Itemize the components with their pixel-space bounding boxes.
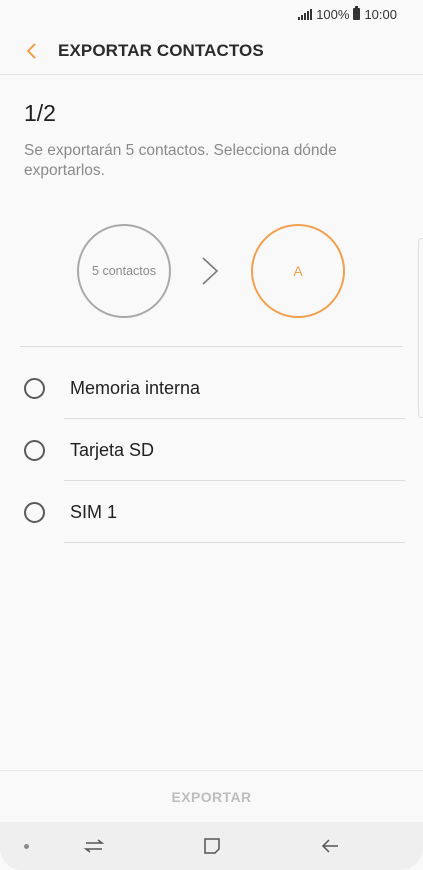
option-sim-1[interactable]: SIM 1	[0, 481, 423, 543]
target-circle[interactable]: A	[251, 224, 345, 318]
divider	[20, 346, 403, 347]
battery-percent: 100%	[316, 6, 350, 22]
chevron-left-icon	[26, 43, 36, 59]
home-icon[interactable]	[200, 834, 224, 858]
step-indicator: 1/2	[24, 100, 56, 126]
battery-icon	[353, 6, 361, 20]
radio-button[interactable]	[24, 377, 45, 399]
signal-icon	[298, 8, 313, 20]
option-label: Memoria interna	[70, 377, 201, 398]
app-header: EXPORTAR CONTACTOS	[0, 28, 423, 75]
recent-apps-icon[interactable]	[82, 834, 106, 858]
option-label: SIM 1	[70, 501, 118, 522]
radio-button[interactable]	[24, 439, 45, 461]
export-contacts-screen: 100% 10:00 EXPORTAR CONTACTOS 1/2 Se exp…	[0, 0, 423, 870]
option-sd-card[interactable]: Tarjeta SD	[0, 419, 423, 481]
radio-button[interactable]	[24, 501, 45, 523]
target-label: A	[293, 263, 303, 279]
source-label: 5 contactos	[92, 264, 156, 278]
back-nav-icon[interactable]	[318, 834, 342, 858]
source-circle: 5 contactos	[77, 224, 171, 318]
export-button[interactable]: EXPORTAR	[162, 783, 262, 811]
back-button[interactable]	[20, 40, 42, 62]
option-divider	[64, 542, 405, 543]
footer-bar: EXPORTAR	[0, 770, 423, 823]
page-title: EXPORTAR CONTACTOS	[58, 41, 264, 60]
nav-dot-icon[interactable]	[24, 844, 29, 849]
status-bar: 100% 10:00	[0, 0, 423, 28]
option-internal-memory[interactable]: Memoria interna	[0, 357, 423, 419]
step-description: Se exportarán 5 contactos. Selecciona dó…	[24, 142, 337, 179]
navigation-bar	[0, 822, 423, 870]
option-label: Tarjeta SD	[70, 439, 155, 460]
clock: 10:00	[364, 6, 397, 22]
chevron-right-icon	[202, 257, 219, 285]
